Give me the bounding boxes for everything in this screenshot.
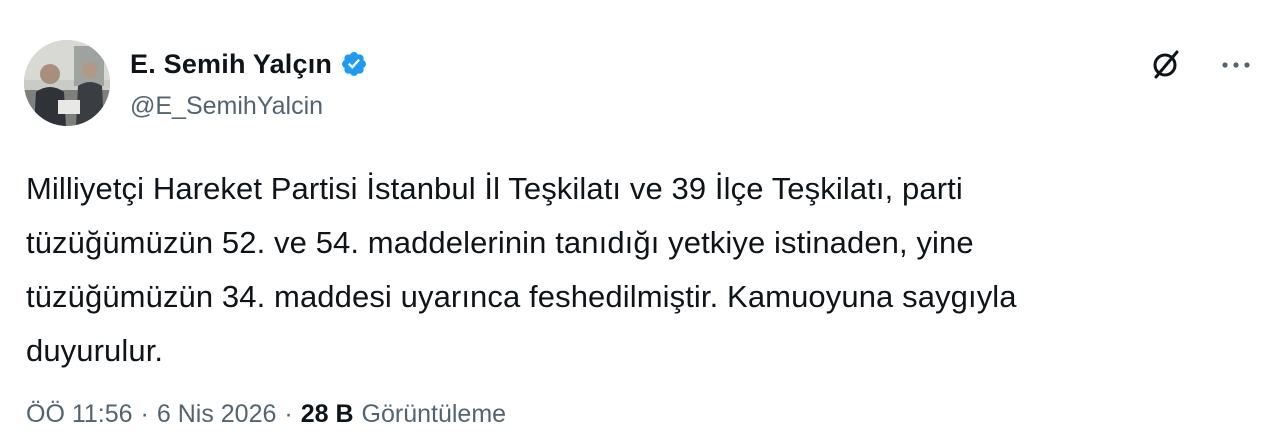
display-name[interactable]: E. Semih Yalçın: [130, 49, 332, 80]
verified-badge-icon[interactable]: [340, 50, 368, 78]
tweet-card: E. Semih Yalçın @E_SemihYalcin Milliyetç…: [0, 0, 1280, 445]
avatar[interactable]: [24, 40, 110, 126]
tweet-text: Milliyetçi Hareket Partisi İstanbul İl T…: [26, 171, 1017, 368]
grok-icon[interactable]: [1148, 46, 1184, 82]
views-count[interactable]: 28 B: [301, 400, 354, 429]
tweet-date[interactable]: 6 Nis 2026: [157, 400, 277, 429]
author-block: E. Semih Yalçın @E_SemihYalcin: [130, 46, 368, 121]
tweet-meta: ÖÖ 11:56 · 6 Nis 2026 · 28 B Görüntüleme: [26, 400, 506, 429]
views-label: Görüntüleme: [361, 400, 507, 428]
author-handle[interactable]: @E_SemihYalcin: [130, 92, 368, 121]
profile-photo-icon: [24, 40, 110, 126]
meta-separator: ·: [284, 400, 293, 428]
meta-separator: ·: [140, 400, 149, 428]
more-options-icon[interactable]: [1218, 46, 1254, 82]
tweet-header: E. Semih Yalçın @E_SemihYalcin: [24, 38, 1256, 130]
tweet-time[interactable]: ÖÖ 11:56: [26, 400, 133, 429]
